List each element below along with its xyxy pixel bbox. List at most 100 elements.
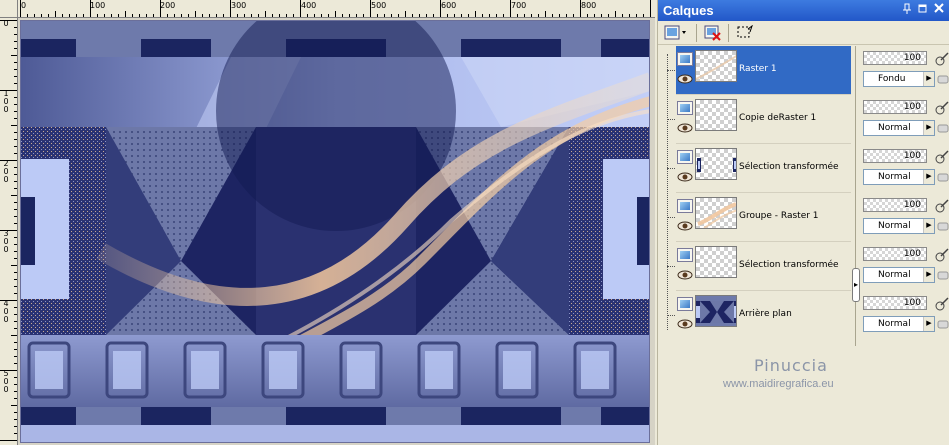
lock-transparency-icon[interactable] [937,270,949,280]
visibility-eye-icon[interactable] [677,221,693,231]
document-image[interactable] [20,20,650,443]
edit-layer-icon[interactable] [935,101,949,115]
lock-transparency-icon[interactable] [937,123,949,133]
visibility-eye-icon[interactable] [677,270,693,280]
raster-layer-icon [677,199,693,213]
lock-transparency-icon[interactable] [937,74,949,84]
visibility-eye-icon[interactable] [677,74,693,84]
layers-panel: Calques Raster 1 Copie deRaster 1 Sélect… [657,0,949,445]
visibility-eye-icon[interactable] [677,319,693,329]
opacity-slider[interactable]: 100 [863,296,927,310]
layer-thumbnail [695,197,737,229]
dropdown-arrow-icon[interactable]: ▶ [923,317,934,331]
raster-layer-icon [677,248,693,262]
opacity-value: 100 [903,249,921,259]
opacity-value: 100 [903,102,921,112]
panel-titlebar[interactable]: Calques [658,0,949,21]
blend-mode-value: Fondu [878,74,906,84]
opacity-slider[interactable]: 100 [863,247,927,261]
selection-layer-button[interactable] [734,23,756,43]
layers-list[interactable]: Raster 1 Copie deRaster 1 Sélection tran… [658,46,853,346]
layers-toolbar [658,21,949,45]
opacity-value: 100 [903,53,921,63]
blend-mode-select[interactable]: Normal ▶ [863,218,935,234]
dropdown-arrow-icon[interactable]: ▶ [923,72,934,86]
visibility-eye-icon[interactable] [677,123,693,133]
dropdown-arrow-icon[interactable]: ▶ [923,170,934,184]
lock-transparency-icon[interactable] [937,172,949,182]
ruler-left-label: 400 [3,299,9,324]
opacity-slider[interactable]: 100 [863,149,927,163]
edit-layer-icon[interactable] [935,150,949,164]
opacity-slider[interactable]: 100 [863,198,927,212]
lock-transparency-icon[interactable] [937,221,949,231]
layer-name: Copie deRaster 1 [739,113,817,123]
panel-title: Calques [663,3,714,18]
dropdown-arrow-icon[interactable]: ▶ [923,121,934,135]
opacity-value: 100 [903,200,921,210]
new-layer-button[interactable] [662,23,690,43]
layer-thumbnail [695,295,737,327]
edit-layer-icon[interactable] [935,297,949,311]
layer-row[interactable]: Raster 1 [658,46,853,95]
close-icon[interactable] [932,3,946,17]
ruler-corner [0,0,18,18]
layer-properties-column: 100 Fondu ▶ 100 Normal ▶ 100 Normal ▶ 100 [861,46,949,346]
tree-branch [667,70,675,71]
blend-mode-value: Normal [878,270,911,280]
tree-branch [667,217,675,218]
opacity-slider[interactable]: 100 [863,100,927,114]
edit-layer-icon[interactable] [935,199,949,213]
layer-row[interactable]: Arrière plan [658,291,853,340]
layer-row[interactable]: Sélection transformée [658,242,853,291]
watermark-name: Pinuccia [754,356,828,375]
layer-thumbnail [695,246,737,278]
edit-layer-icon[interactable] [935,248,949,262]
layer-properties-row: 100 Normal ▶ [861,95,949,144]
layer-properties-row: 100 Normal ▶ [861,193,949,242]
ruler-top-label: 0 [21,1,27,10]
edit-layer-icon[interactable] [935,52,949,66]
ruler-top-label: 600 [441,1,457,10]
ruler-top-label: 300 [231,1,247,10]
layer-thumbnail [695,99,737,131]
blend-mode-select[interactable]: Fondu ▶ [863,71,935,87]
opacity-slider[interactable]: 100 [863,51,927,65]
watermark-url: www.maidiregrafica.eu [723,378,834,390]
blend-mode-select[interactable]: Normal ▶ [863,267,935,283]
blend-mode-select[interactable]: Normal ▶ [863,120,935,136]
lock-transparency-icon[interactable] [937,319,949,329]
tree-branch [667,119,675,120]
dropdown-arrow-icon[interactable]: ▶ [923,219,934,233]
tree-branch [667,168,675,169]
ruler-top-label: 100 [90,1,106,10]
opacity-value: 100 [903,298,921,308]
delete-layer-button[interactable] [702,23,724,43]
ruler-left: 0 100 200 300 400 500 [0,18,18,445]
dropdown-arrow-icon[interactable]: ▶ [923,268,934,282]
layer-name: Sélection transformée [739,260,839,270]
layer-row[interactable]: Groupe - Raster 1 [658,193,853,242]
layer-row[interactable]: Sélection transformée [658,144,853,193]
ruler-top-label: 800 [581,1,597,10]
layer-row[interactable]: Copie deRaster 1 [658,95,853,144]
restore-icon[interactable] [916,3,930,17]
layer-name: Groupe - Raster 1 [739,211,819,221]
blend-mode-value: Normal [878,221,911,231]
ruler-left-label: 200 [3,159,9,184]
collapse-handle[interactable]: ▸ [852,268,860,302]
layer-properties-row: 100 Normal ▶ [861,144,949,193]
ruler-left-label: 100 [3,89,9,114]
ruler-left-label: 300 [3,229,9,254]
pin-icon[interactable] [900,3,914,17]
ruler-top-label: 700 [511,1,527,10]
blend-mode-select[interactable]: Normal ▶ [863,169,935,185]
raster-layer-icon [677,150,693,164]
raster-layer-icon [677,297,693,311]
ruler-top-ticks [20,0,651,17]
ruler-top-label: 200 [160,1,176,10]
blend-mode-select[interactable]: Normal ▶ [863,316,935,332]
canvas-area[interactable]: 0 100 200 300 400 500 600 700 800 0 100 … [0,0,655,445]
layer-name: Raster 1 [739,64,777,74]
visibility-eye-icon[interactable] [677,172,693,182]
